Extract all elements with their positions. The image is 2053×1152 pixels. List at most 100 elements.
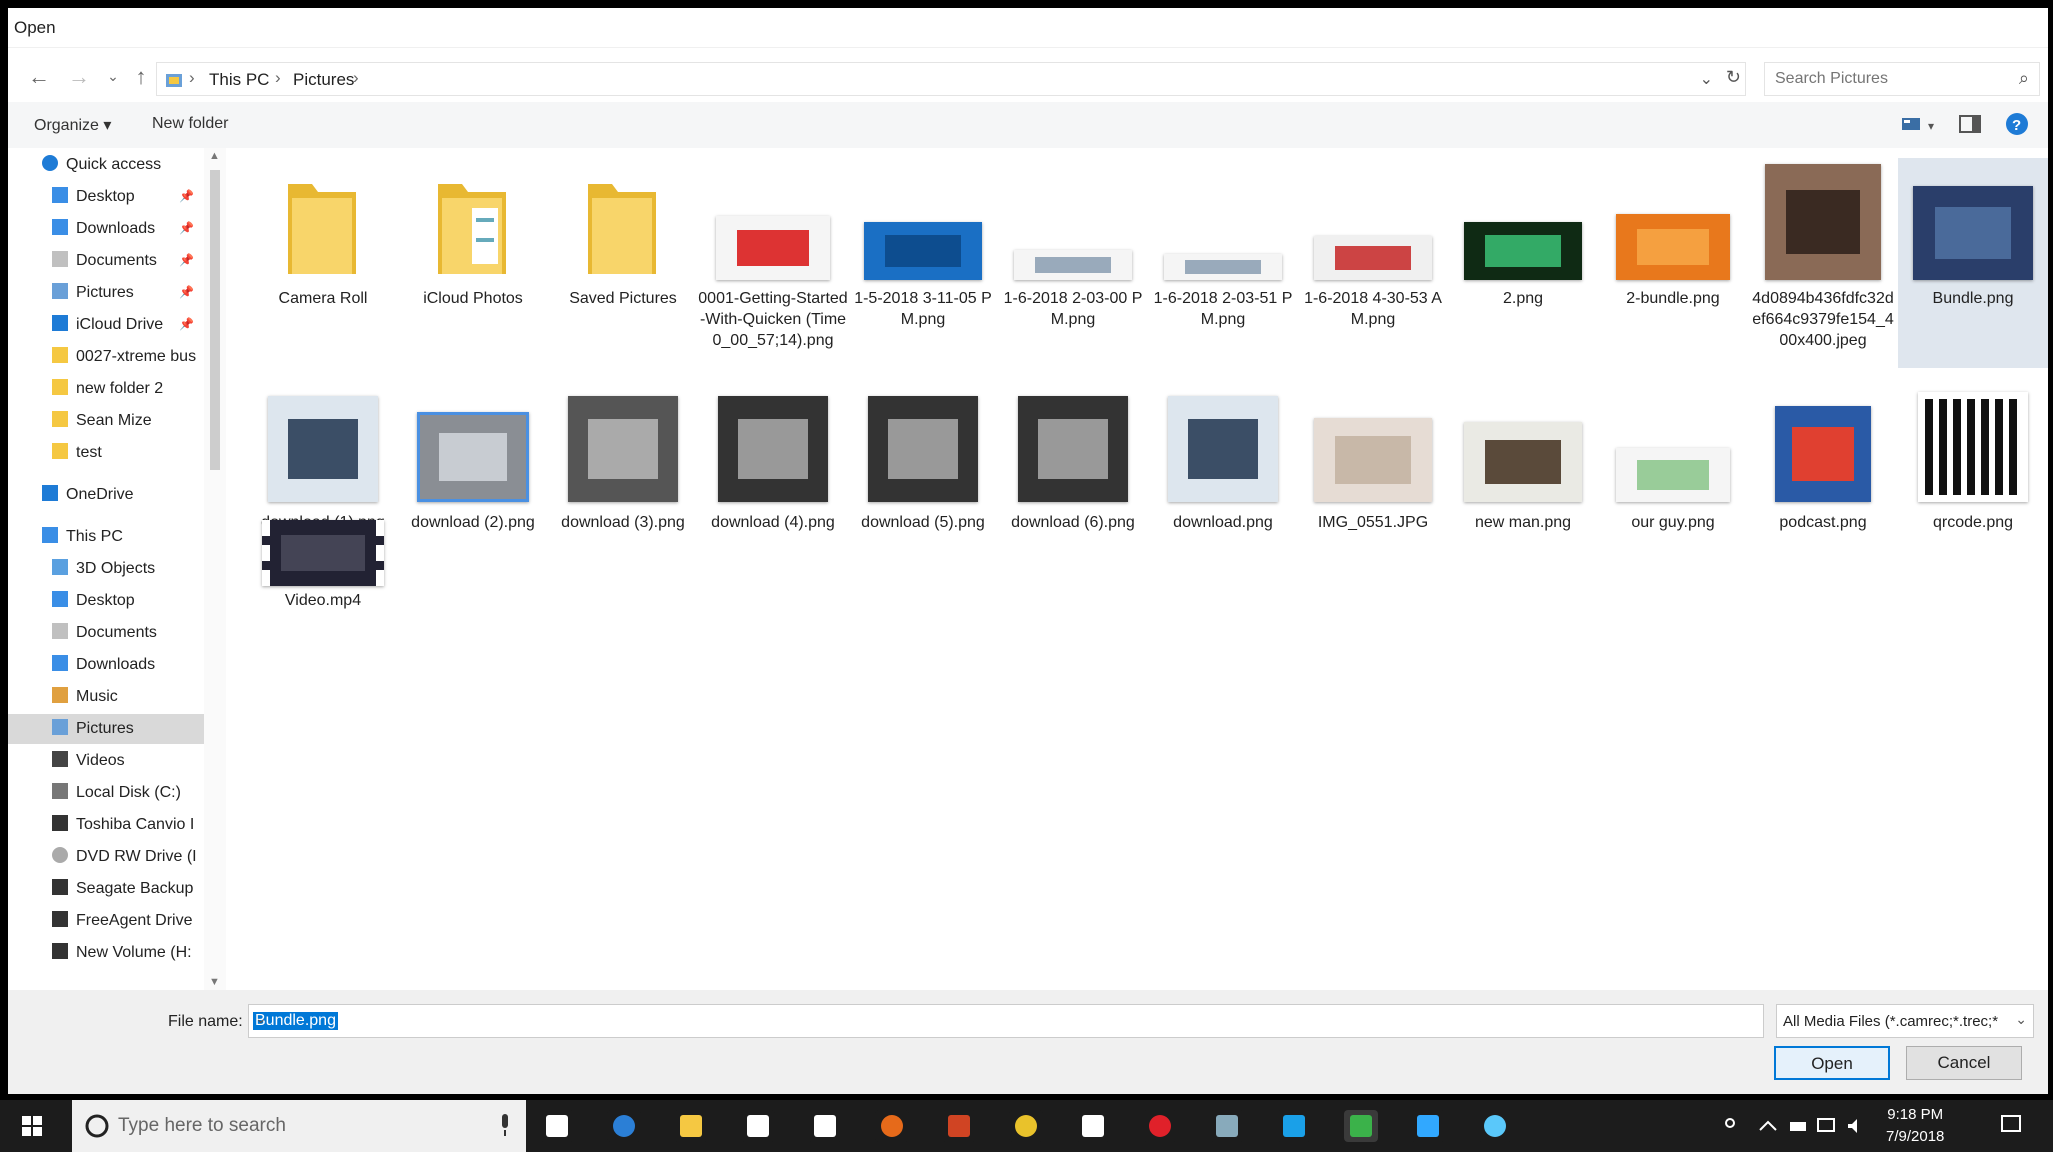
preview-pane-icon[interactable] [1959,115,1981,133]
file-tile[interactable]: 4d0894b436fdfc32def664c9379fe154_400x400… [1748,158,1898,368]
navigation-scrollbar[interactable]: ▲ ▼ [204,148,226,990]
file-tile[interactable]: download (5).png [848,380,998,590]
chrome-icon[interactable] [1009,1110,1043,1142]
file-explorer-icon[interactable] [674,1110,708,1142]
sidebar-item-desktop[interactable]: Desktop [8,586,204,616]
file-tile[interactable]: 1-6-2018 2-03-00 PM.png [998,158,1148,368]
sidebar-item-this-pc[interactable]: This PC [8,522,204,552]
opera-icon[interactable] [1143,1110,1177,1142]
sidebar-item-desktop[interactable]: Desktop 📌 [8,182,204,212]
file-tile[interactable]: 2.png [1448,158,1598,368]
sidebar-item-pictures[interactable]: Pictures 📌 [8,278,204,308]
file-tile[interactable]: 2-bundle.png [1598,158,1748,368]
file-type-select[interactable]: All Media Files (*.camrec;*.trec;* ⌄ [1776,1004,2034,1038]
photoshop-icon[interactable] [1411,1110,1445,1142]
camtasia-recorder-icon[interactable] [1344,1110,1378,1142]
sidebar-item-onedrive[interactable]: OneDrive [8,480,204,510]
sidebar-item-test[interactable]: test [8,438,204,468]
file-type-dropdown-icon[interactable]: ⌄ [2015,1011,2027,1028]
new-folder-button[interactable]: New folder [152,115,228,133]
snowflake-icon[interactable] [1478,1110,1512,1142]
scrollbar-thumb[interactable] [210,170,220,470]
file-name-dropdown-icon[interactable]: ⌄ [253,1010,1755,1027]
address-dropdown-icon[interactable]: ⌄ [1700,69,1713,89]
search-box[interactable]: ⌕ [1764,62,2040,96]
sidebar-item-documents[interactable]: Documents [8,618,204,648]
sidebar-item-new-volume-h[interactable]: New Volume (H: [8,938,204,968]
file-tile[interactable]: Saved Pictures [548,158,698,368]
file-tile[interactable]: download.png [1148,380,1298,590]
forward-arrow-icon[interactable]: → [64,64,94,90]
sidebar-item-3d-objects[interactable]: 3D Objects [8,554,204,584]
taskbar-clock[interactable]: 9:18 PM 7/9/2018 [1886,1104,1944,1148]
file-tile[interactable]: Video.mp4 [248,512,398,612]
view-dropdown-icon[interactable]: ▾ [1928,119,1934,133]
file-tile[interactable]: qrcode.png [1898,380,2048,590]
taskbar-search-box[interactable]: Type here to search [72,1100,526,1152]
open-button[interactable]: Open [1774,1046,1890,1080]
file-tile[interactable]: new man.png [1448,380,1598,590]
firefox-icon[interactable] [875,1110,909,1142]
file-tile[interactable]: 1-5-2018 3-11-05 PM.png [848,158,998,368]
edge-icon[interactable] [607,1110,641,1142]
sidebar-item-downloads[interactable]: Downloads [8,650,204,680]
organize-menu[interactable]: Organize ▾ [34,115,111,135]
file-tile[interactable]: download (6).png [998,380,1148,590]
volume-icon[interactable] [1848,1119,1857,1133]
scroll-down-icon[interactable]: ▼ [209,976,220,988]
cancel-button[interactable]: Cancel [1906,1046,2022,1080]
store-icon[interactable] [741,1110,775,1142]
recent-dropdown-icon[interactable]: ⌄ [98,68,128,85]
file-tile[interactable]: podcast.png [1748,380,1898,590]
file-tile[interactable]: download (4).png [698,380,848,590]
windows-start-icon[interactable] [22,1116,42,1136]
back-arrow-icon[interactable]: ← [24,64,54,90]
breadcrumb-this-pc[interactable]: This PC [209,70,269,90]
sidebar-item-seagate-backup[interactable]: Seagate Backup [8,874,204,904]
file-tile[interactable]: Camera Roll [248,158,398,368]
up-arrow-icon[interactable]: ↑ [126,64,156,90]
file-tile[interactable]: 1-6-2018 2-03-51 PM.png [1148,158,1298,368]
sidebar-item-pictures[interactable]: Pictures [8,714,204,744]
file-name-field[interactable]: Bundle.png ⌄ [248,1004,1764,1038]
refresh-icon[interactable]: ↻ [1726,67,1741,88]
sidebar-item-freeagent-drive[interactable]: FreeAgent Drive [8,906,204,936]
microphone-icon[interactable] [498,1114,512,1138]
sidebar-item-new-folder-2[interactable]: new folder 2 [8,374,204,404]
powerpoint-icon[interactable] [942,1110,976,1142]
sidebar-item-videos[interactable]: Videos [8,746,204,776]
camtasia-icon[interactable] [808,1110,842,1142]
skype-icon[interactable] [1277,1110,1311,1142]
mail-icon[interactable] [1076,1110,1110,1142]
people-icon[interactable] [1725,1118,1735,1128]
sidebar-item-local-disk-c[interactable]: Local Disk (C:) [8,778,204,808]
sidebar-item-toshiba-canvio-i[interactable]: Toshiba Canvio I [8,810,204,840]
address-box[interactable]: › This PC › Pictures › ⌄ ↻ [156,62,1746,96]
sidebar-item-downloads[interactable]: Downloads 📌 [8,214,204,244]
file-tile[interactable]: our guy.png [1598,380,1748,590]
search-input[interactable] [1775,70,1995,88]
file-tile[interactable]: Bundle.png [1898,158,2048,368]
sidebar-item-icloud-drive[interactable]: iCloud Drive 📌 [8,310,204,340]
action-center-icon[interactable] [2000,1114,2024,1138]
tray-chevron-icon[interactable] [1759,1120,1777,1131]
help-icon[interactable]: ? [2006,113,2028,135]
file-tile[interactable]: 0001-Getting-Started-With-Quicken (Time … [698,158,848,368]
sidebar-item-quick-access[interactable]: Quick access [8,150,204,180]
file-tile[interactable]: iCloud Photos [398,158,548,368]
notes-icon[interactable] [1210,1110,1244,1142]
sidebar-item-dvd-rw-drive-i[interactable]: DVD RW Drive (I [8,842,204,872]
file-tile[interactable]: download (3).png [548,380,698,590]
breadcrumb-pictures[interactable]: Pictures [293,70,354,90]
sidebar-item-sean-mize[interactable]: Sean Mize [8,406,204,436]
change-view-icon[interactable] [1902,118,1920,130]
file-tile[interactable]: IMG_0551.JPG [1298,380,1448,590]
battery-icon[interactable] [1790,1122,1806,1131]
file-tile[interactable]: 1-6-2018 4-30-53 AM.png [1298,158,1448,368]
sidebar-item-0027-xtreme-bus[interactable]: 0027-xtreme bus [8,342,204,372]
file-tile[interactable]: download (2).png [398,380,548,590]
sidebar-item-music[interactable]: Music [8,682,204,712]
network-icon[interactable] [1817,1118,1835,1132]
task-view-icon[interactable] [540,1110,574,1142]
scroll-up-icon[interactable]: ▲ [209,150,220,162]
